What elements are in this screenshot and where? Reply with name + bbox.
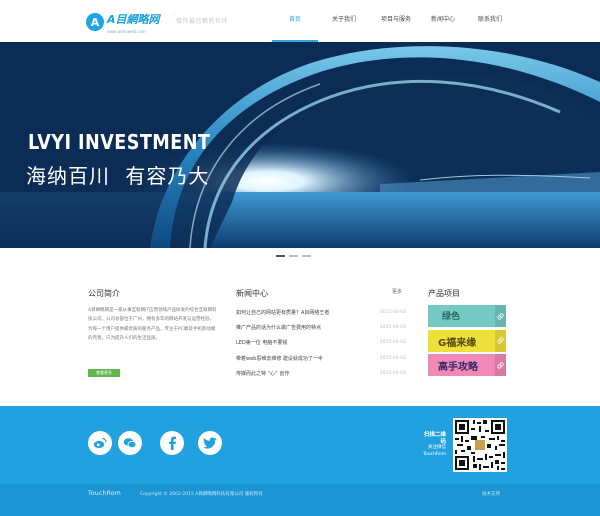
footer: TouchRom Copyright © 2002-2015 A目網略网科技有限… [0, 484, 600, 516]
qr-title: 扫描二维码 [423, 432, 446, 445]
about-more-button[interactable]: 查看更多 [88, 369, 120, 377]
qr-code [453, 418, 507, 472]
slider-dot[interactable] [276, 255, 285, 257]
tech-support-link[interactable]: 技术支持 [482, 491, 500, 497]
nav-news[interactable]: 新闻中心 [422, 0, 464, 42]
site-logo[interactable]: A A目網略网 www.aimuweb.com [86, 10, 162, 34]
logo-badge: A [86, 13, 104, 31]
list-item[interactable]: 如何让自己的网站更有质量？A目网络王者 2015-04-03 [236, 305, 406, 320]
hero-banner: LVYI INVESTMENT 海纳百川 有容乃大 [0, 42, 600, 248]
product-label: 绿色 [442, 312, 461, 322]
product-label: 高手攻略 [438, 362, 478, 374]
slider-dot[interactable] [302, 255, 311, 257]
banner-subtitle: 海纳百川 有容乃大 [26, 164, 210, 188]
logo-subtext: www.aimuweb.com [107, 28, 146, 34]
footer-social-bar: 扫描二维码 关注微信 TouchRom [0, 406, 600, 484]
product-banner[interactable]: G福来缘 [428, 329, 506, 352]
nav-about[interactable]: 关于我们 [318, 0, 370, 42]
nav-services[interactable]: 项目与服务 [370, 0, 422, 42]
qr-label: 扫描二维码 关注微信 TouchRom [420, 432, 446, 458]
slogan: 做你最信赖的伙伴 [176, 18, 229, 25]
header: A A目網略网 www.aimuweb.com 做你最信赖的伙伴 首页 关于我们… [0, 0, 600, 42]
qr-line: TouchRom [423, 451, 446, 457]
about-text: A目網略网是一家从事互联网IT应用领域产品研发的综合互联网科技公司。公司总部位于… [88, 308, 217, 342]
link-icon [495, 305, 506, 327]
weixin-icon[interactable] [118, 431, 142, 455]
logo-text: A目網略网 [107, 12, 160, 26]
product-banner[interactable]: 绿色 [428, 305, 506, 327]
news-item-date: 2015-04-03 [379, 355, 406, 361]
product-label: G福来缘 [438, 337, 477, 349]
news-item-title[interactable]: 推广产品的话为什么做广告费用的特点 [236, 324, 321, 331]
main-nav: 首页 关于我们 项目与服务 新闻中心 联系我们 [272, 0, 516, 42]
product-banner[interactable]: 高手攻略 [428, 354, 506, 377]
list-item[interactable]: 带着web思维去维修 建设就成功了一半 2015-04-03 [236, 351, 406, 366]
news-list: 如何让自己的网站更有质量？A目网络王者 2015-04-03 推广产品的话为什么… [236, 305, 406, 381]
footer-brand: TouchRom [88, 490, 122, 497]
products-title: 产品项目 [428, 289, 460, 298]
news-item-date: 2015-04-03 [379, 310, 406, 316]
copyright-text: Copyright © 2002-2015 A目網略网科技有限公司 版权所有 [140, 492, 263, 497]
slider-dot[interactable] [289, 255, 298, 257]
slider-dots [276, 255, 311, 257]
news-item-date: 2015-04-03 [379, 340, 406, 346]
news-item-date: 2015-04-03 [379, 370, 406, 376]
banner-title: LVYI INVESTMENT [28, 130, 211, 154]
news-item-title[interactable]: 传媒而此之特 “心” 创作 [236, 370, 289, 377]
weibo-icon[interactable] [88, 431, 112, 455]
about-title: 公司简介 [88, 289, 120, 298]
nav-home[interactable]: 首页 [272, 0, 318, 42]
nav-contact[interactable]: 联系我们 [464, 0, 516, 42]
news-item-title[interactable]: 如何让自己的网站更有质量？A目网络王者 [236, 309, 329, 316]
news-item-date: 2015-04-03 [379, 325, 406, 331]
news-item-title[interactable]: 带着web思维去维修 建设就成功了一半 [236, 355, 323, 362]
list-item[interactable]: 传媒而此之特 “心” 创作 2015-04-03 [236, 366, 406, 381]
news-item-title[interactable]: LED第一位 电脑不要钱 [236, 339, 287, 346]
facebook-icon[interactable] [160, 431, 184, 455]
list-item[interactable]: 推广产品的话为什么做广告费用的特点 2015-04-03 [236, 320, 406, 335]
link-icon [495, 329, 506, 352]
product-list: 绿色 G福来缘 高手攻略 [428, 305, 506, 379]
link-icon [495, 354, 506, 377]
news-more-link[interactable]: 更多 [392, 288, 402, 295]
list-item[interactable]: LED第一位 电脑不要钱 2015-04-03 [236, 335, 406, 350]
twitter-icon[interactable] [198, 431, 222, 455]
news-title: 新闻中心 [236, 289, 268, 298]
